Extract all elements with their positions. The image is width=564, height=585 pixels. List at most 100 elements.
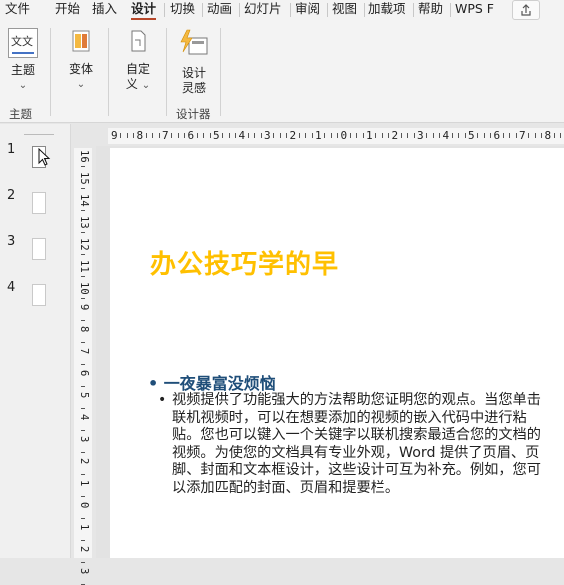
group-separator	[108, 28, 109, 116]
ruler-tick	[81, 430, 85, 431]
ruler-tick	[439, 133, 441, 138]
ruler-tick	[247, 133, 249, 138]
ruler-tick	[490, 133, 492, 138]
group-separator	[166, 28, 167, 116]
ruler-number: 8	[78, 326, 90, 333]
vertical-ruler: 16 15 14 13 12 11 10 9 8 7 6 5 4 3 2 1 0 1 2 3	[74, 148, 92, 585]
ruler-tick	[362, 133, 364, 138]
ruler-tick	[528, 133, 530, 138]
slide[interactable]: 办公技巧学的早 • 一夜暴富没烦恼 • 视频提供了功能强大的方法帮助您证明您的观…	[110, 148, 564, 558]
ruler-number: 6	[493, 129, 501, 142]
tab-help[interactable]: 帮助	[418, 0, 443, 20]
tab-slideshow[interactable]: 幻灯片	[244, 0, 282, 20]
bullet-level1[interactable]: • 一夜暴富没烦恼	[148, 370, 276, 394]
ruler-tick	[81, 364, 85, 365]
tab-addins[interactable]: 加载项	[368, 0, 406, 20]
ruler-tick	[81, 298, 85, 299]
design-ideas-label-1: 设计	[181, 66, 206, 80]
tab-animations[interactable]: 动画	[207, 0, 232, 20]
ruler-tick	[337, 133, 339, 138]
ruler-number: 5	[468, 129, 475, 142]
thumbnail-number: 3	[7, 234, 16, 249]
ruler-tick	[222, 133, 224, 138]
ruler-tick	[400, 133, 402, 138]
ruler-tick	[388, 133, 390, 138]
ruler-number: 2	[289, 129, 297, 142]
ruler-tick	[515, 133, 517, 138]
ruler-tick	[458, 133, 460, 138]
ruler-tick	[81, 496, 85, 497]
bullet-level2-text[interactable]: 视频提供了功能强大的方法帮助您证明您的观点。当您单击联机视频时，可以在想要添加的…	[172, 392, 552, 497]
design-ideas-button[interactable]: 设计 灵感	[174, 28, 214, 96]
variant-icon	[72, 30, 90, 52]
tab-separator	[327, 3, 328, 17]
slide-size-icon	[131, 30, 146, 52]
ruler-tick	[330, 133, 332, 138]
ruler-tick	[171, 133, 173, 138]
ruler-tick	[203, 133, 205, 138]
tab-insert[interactable]: 插入	[92, 0, 117, 20]
tab-home[interactable]: 开始	[55, 0, 80, 20]
tab-view[interactable]: 视图	[332, 0, 357, 20]
ruler-tick	[381, 133, 383, 138]
ruler-tick	[81, 540, 85, 541]
ruler-tick	[432, 133, 434, 138]
ruler-number: 1	[78, 480, 90, 487]
slide-title[interactable]: 办公技巧学的早	[150, 244, 339, 281]
ruler-tick	[145, 133, 147, 138]
ruler-number: 2	[78, 458, 90, 465]
ruler-tick	[126, 133, 128, 138]
theme-label: 主题	[10, 63, 35, 77]
design-ideas-label-2: 灵感	[181, 81, 206, 95]
customize-button[interactable]: 自定 义 ⌄	[118, 28, 158, 93]
tab-file[interactable]: 文件	[5, 0, 30, 20]
share-button[interactable]	[512, 0, 540, 20]
ruler-number: 4	[238, 129, 246, 142]
slide-thumbnail-pane: 1 2 3 4	[0, 124, 71, 558]
ruler-number: 16	[78, 150, 90, 163]
ruler-number: 10	[78, 282, 90, 295]
tab-review[interactable]: 审阅	[295, 0, 320, 20]
ruler-number: 2	[391, 129, 399, 142]
ruler-tick	[120, 133, 122, 138]
slide-thumbnail-3[interactable]	[32, 238, 46, 260]
ruler-tick	[81, 276, 85, 277]
ruler-tick	[81, 408, 85, 409]
ruler-tick	[81, 386, 85, 387]
ruler-tick	[560, 133, 562, 138]
ruler-number: 8	[136, 129, 144, 142]
ruler-number: 9	[78, 304, 90, 311]
tab-separator	[239, 3, 240, 17]
tab-design[interactable]: 设计	[131, 0, 157, 20]
variant-button[interactable]: 变体 ⌄	[64, 28, 98, 92]
ruler-tick	[534, 133, 536, 138]
ruler-number: 5	[213, 129, 220, 142]
lightning-icon	[180, 29, 208, 55]
ruler-tick	[273, 133, 275, 138]
ruler-tick	[81, 188, 85, 189]
slide-thumbnail-4[interactable]	[32, 284, 46, 306]
slide-thumbnail-2[interactable]	[32, 192, 46, 214]
tab-transitions[interactable]: 切换	[170, 0, 195, 20]
horizontal-ruler: 9 8 7 6 5 4 3 2 1 0 1 2 3 4 5 6 7 8	[108, 128, 564, 144]
ruler-tick	[356, 133, 358, 138]
ruler-tick	[81, 452, 85, 453]
ribbon: 文文 主题 ⌄ 主题 变体 ⌄ 自定 义 ⌄ 设计 灵感 设计器	[0, 20, 564, 123]
ruler-tick	[426, 133, 428, 138]
ruler-number: 4	[78, 414, 90, 421]
group-separator	[50, 28, 51, 116]
ruler-number: 1	[315, 129, 322, 142]
ruler-tick	[177, 133, 179, 138]
cursor-icon	[38, 148, 51, 166]
ruler-number: 2	[78, 546, 90, 553]
theme-icon-text: 文文	[11, 35, 33, 48]
tab-wps[interactable]: WPS F	[455, 0, 497, 20]
tab-separator	[413, 3, 414, 17]
ruler-number: 15	[78, 172, 90, 185]
ruler-number: 0	[340, 129, 348, 142]
ruler-tick	[81, 166, 85, 167]
ruler-tick	[81, 518, 85, 519]
theme-button[interactable]: 文文 主题 ⌄	[6, 28, 40, 93]
theme-icon: 文文	[8, 28, 38, 58]
ruler-number: 3	[78, 568, 90, 575]
